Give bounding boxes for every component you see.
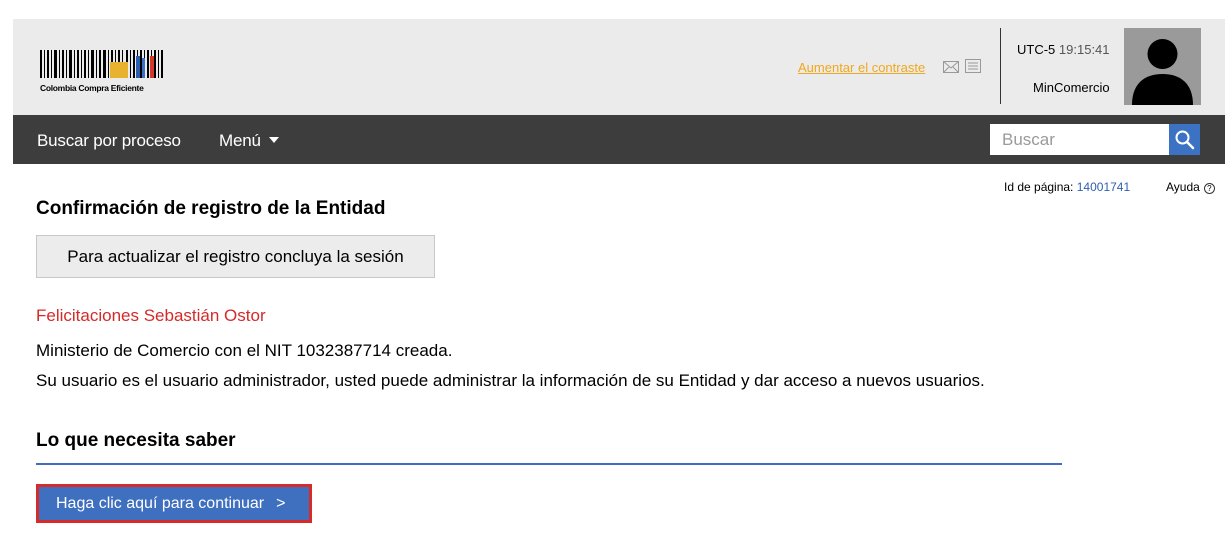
timezone-clock: UTC-5 19:15:41: [1017, 42, 1110, 57]
username[interactable]: MinComercio: [1033, 80, 1110, 95]
search-input[interactable]: [990, 124, 1169, 155]
nav-search-by-process[interactable]: Buscar por proceso: [37, 131, 181, 151]
user-avatar-icon[interactable]: [1124, 28, 1201, 105]
help-label: Ayuda: [1166, 180, 1200, 194]
continue-button[interactable]: Haga clic aquí para continuar >: [36, 484, 312, 523]
page-id-value: 14001741: [1076, 180, 1131, 194]
section-divider: [36, 463, 1062, 465]
barcode-logo-icon: [40, 50, 163, 78]
header: Colombia Compra Eficiente Aumentar el co…: [13, 19, 1225, 115]
chevron-down-icon: [268, 137, 279, 143]
main-navbar: Buscar por proceso Menú: [13, 115, 1225, 164]
admin-user-message: Su usuario es el usuario administrador, …: [36, 371, 985, 390]
congratulations-message: Felicitaciones Sebastián Ostor: [36, 306, 266, 325]
mail-icon[interactable]: [943, 60, 959, 73]
document-icon[interactable]: [965, 59, 981, 73]
nav-menu-label: Menú: [219, 131, 261, 150]
colombia-compra-logo[interactable]: Colombia Compra Eficiente: [40, 48, 170, 96]
help-icon: ?: [1203, 183, 1215, 194]
nav-menu[interactable]: Menú: [219, 131, 279, 151]
entity-created-message: Ministerio de Comercio con el NIT 103238…: [36, 341, 453, 360]
continue-button-label: Haga clic aquí para continuar: [56, 495, 265, 512]
help-link[interactable]: Ayuda?: [1166, 180, 1215, 194]
search-icon: [1175, 130, 1195, 150]
section-title-what-to-know: Lo que necesita saber: [36, 430, 236, 451]
search-button[interactable]: [1169, 124, 1200, 155]
header-divider: [1000, 28, 1001, 104]
logo-text: Colombia Compra Eficiente: [40, 83, 144, 93]
current-time: 19:15:41: [1058, 42, 1110, 57]
page-id-label: Id de página:: [1004, 180, 1074, 194]
page-title: Confirmación de registro de la Entidad: [36, 198, 386, 219]
increase-contrast-link[interactable]: Aumentar el contraste: [798, 60, 925, 75]
chevron-right-icon: >: [276, 495, 286, 512]
timezone-label: UTC-5: [1017, 42, 1056, 57]
update-registration-button[interactable]: Para actualizar el registro concluya la …: [36, 235, 435, 278]
page-id: Id de página: 14001741: [1004, 180, 1130, 194]
